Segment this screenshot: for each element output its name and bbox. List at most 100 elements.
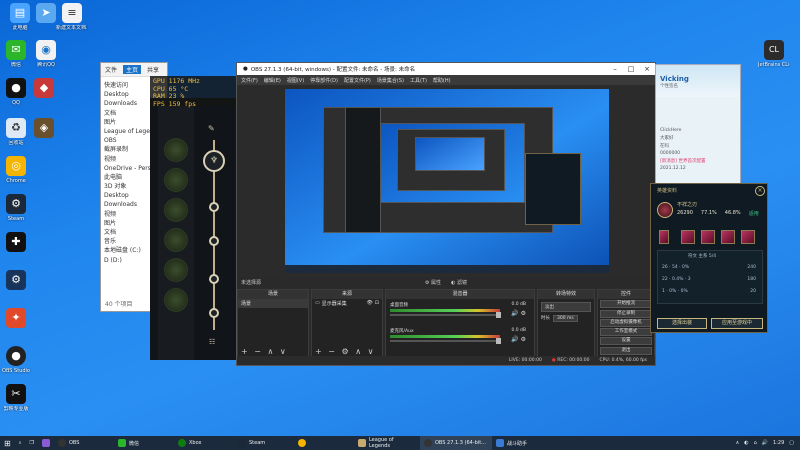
menu-profile[interactable]: 配置文件(P) bbox=[344, 77, 371, 84]
pen-icon[interactable]: ✎ bbox=[208, 124, 215, 133]
visibility-icon[interactable]: 👁 bbox=[366, 300, 372, 307]
maximize-icon[interactable]: □ bbox=[623, 65, 639, 73]
properties-button[interactable]: ⚙ 属性 bbox=[425, 279, 441, 286]
champion-build-panel[interactable]: 英雄资料 × 不祥之刃 26290 77.1% 46.8% 适用 符文 主系 5… bbox=[650, 183, 768, 333]
champion-thumb[interactable] bbox=[164, 168, 188, 192]
volume-fader[interactable] bbox=[390, 338, 501, 344]
desktop-icon[interactable]: ✂ 剪映专业版 bbox=[0, 384, 32, 412]
desktop-icon[interactable]: ◈ bbox=[28, 118, 60, 140]
virtual-camera-button[interactable]: 启动虚拟摄像机 bbox=[600, 318, 652, 327]
taskbar-app[interactable]: Xbox bbox=[174, 436, 234, 450]
apply-build-button[interactable]: 应用至游戏中 bbox=[711, 318, 763, 329]
monitor-icon: ▭ bbox=[315, 300, 320, 306]
obs-preview[interactable] bbox=[285, 89, 609, 273]
champion-thumb[interactable] bbox=[164, 258, 188, 282]
volume-fader[interactable] bbox=[390, 312, 501, 318]
desktop-icon-right[interactable]: CLJetBrains CLion bbox=[758, 40, 790, 68]
mixer-controls[interactable]: 🔊 ⚙ bbox=[511, 310, 526, 317]
close-icon[interactable]: × bbox=[639, 65, 655, 73]
item-slot-icon[interactable] bbox=[721, 230, 735, 244]
taskbar-app[interactable]: 微信 bbox=[114, 436, 174, 450]
explorer-status: 40 个项目 bbox=[105, 301, 133, 308]
scene-item[interactable]: 场景 bbox=[238, 299, 308, 308]
transition-select[interactable]: 淡出 bbox=[541, 302, 591, 312]
settings-button[interactable]: 设置 bbox=[600, 337, 652, 346]
taskbar-app[interactable]: OBS bbox=[54, 436, 114, 450]
item-slot-icon[interactable] bbox=[701, 230, 715, 244]
lock-icon[interactable]: ⊡ bbox=[375, 300, 379, 307]
nested-taskbar bbox=[285, 265, 609, 273]
desktop-icon[interactable]: ◎ Chrome bbox=[0, 156, 32, 184]
minimize-icon[interactable]: – bbox=[607, 65, 623, 73]
menu-help[interactable]: 帮助(H) bbox=[433, 77, 451, 84]
fader-knob[interactable] bbox=[496, 312, 501, 318]
overlay-line: FPS 159 fps bbox=[153, 99, 197, 108]
chat-line: 2021.12.12 bbox=[660, 166, 686, 171]
grid-icon[interactable]: ☷ bbox=[209, 338, 215, 346]
taskbar-app-active[interactable]: OBS 27.1.3 (64-bit... bbox=[420, 436, 492, 450]
network-icon[interactable]: ⌂ bbox=[754, 440, 757, 446]
mixer-controls[interactable]: 🔊 ⚙ bbox=[511, 336, 526, 343]
tray-app-icon[interactable]: ◐ bbox=[744, 440, 748, 446]
ribbon-tab-share[interactable]: 共享 bbox=[147, 65, 159, 74]
menu-scene-collection[interactable]: 场景集合(S) bbox=[377, 77, 404, 84]
menu-tools[interactable]: 工具(T) bbox=[410, 77, 427, 84]
filters-button[interactable]: ◐ 滤镜 bbox=[451, 279, 467, 286]
select-build-button[interactable]: 选择出装 bbox=[657, 318, 707, 329]
exit-button[interactable]: 退出 bbox=[600, 346, 652, 355]
volume-icon[interactable]: 🔊 bbox=[762, 440, 768, 446]
ribbon-tab-file[interactable]: 文件 bbox=[105, 65, 117, 74]
chevron-up-icon[interactable]: ∧ bbox=[736, 440, 740, 446]
desktop-icon[interactable]: ◉ 腾讯QQ bbox=[30, 40, 62, 68]
stop-recording-button[interactable]: 停止录制 bbox=[600, 309, 652, 318]
search-button[interactable]: ⌕ bbox=[15, 436, 26, 450]
pick-rate: 46.8% bbox=[724, 210, 741, 216]
rail-node[interactable] bbox=[209, 236, 219, 246]
champion-thumb[interactable] bbox=[164, 228, 188, 252]
desktop-icon[interactable]: ◆ bbox=[28, 78, 60, 100]
scenes-footer-controls[interactable]: + − ∧ ∨ bbox=[241, 347, 288, 356]
desktop-icon[interactable]: ⚙ Steam bbox=[0, 194, 32, 222]
menu-file[interactable]: 文件(F) bbox=[241, 77, 258, 84]
sources-footer-controls[interactable]: + − ⚙ ∧ ∨ bbox=[315, 347, 375, 356]
menu-docks[interactable]: 停靠部件(D) bbox=[310, 77, 338, 84]
item-slot-icon[interactable] bbox=[741, 230, 755, 244]
desktop-icon[interactable]: ● OBS Studio bbox=[0, 346, 32, 374]
champion-thumb[interactable] bbox=[164, 138, 188, 162]
fader-knob[interactable] bbox=[496, 338, 501, 344]
desktop-icon[interactable]: ⚙ bbox=[0, 270, 32, 292]
taskbar-app[interactable]: Steam bbox=[234, 436, 294, 450]
obs-window[interactable]: ● OBS 27.1.3 (64-bit, windows) - 配置文件: 未… bbox=[236, 62, 656, 366]
clock[interactable]: 1:29 bbox=[773, 440, 784, 446]
source-item[interactable]: ▭ 显示器采集 👁 ⊡ bbox=[312, 299, 382, 308]
studio-mode-button[interactable]: 工作室模式 bbox=[600, 328, 652, 337]
menu-view[interactable]: 视图(V) bbox=[287, 77, 304, 84]
vs-button[interactable] bbox=[38, 436, 54, 450]
taskbar-app[interactable]: 战斗助手 bbox=[492, 436, 552, 450]
start-streaming-button[interactable]: 开始推流 bbox=[600, 300, 652, 309]
taskbar-app[interactable]: League of Legends bbox=[354, 436, 420, 450]
desktop-icon[interactable]: ✉ 微信 bbox=[0, 40, 32, 68]
lol-champion-list bbox=[158, 98, 194, 360]
start-button[interactable]: ⊞ bbox=[0, 436, 15, 450]
rail-node[interactable] bbox=[209, 274, 219, 284]
item-slot-icon[interactable] bbox=[659, 230, 669, 244]
desktop-icon[interactable]: ≡新建文本文档.txt bbox=[56, 3, 88, 31]
chat-line: [新消息] 世界首次配置 bbox=[660, 159, 706, 164]
transition-duration[interactable]: 时长 300 ms bbox=[541, 315, 591, 322]
champion-thumb[interactable] bbox=[164, 288, 188, 312]
desktop-icon[interactable]: ✦ bbox=[0, 308, 32, 330]
menu-edit[interactable]: 编辑(E) bbox=[264, 77, 281, 84]
rail-node[interactable] bbox=[209, 202, 219, 212]
taskbar-app[interactable] bbox=[294, 436, 354, 450]
notification-icon[interactable]: ▢ bbox=[789, 440, 794, 446]
champion-thumb[interactable] bbox=[164, 198, 188, 222]
close-icon[interactable]: × bbox=[755, 186, 765, 196]
rail-node[interactable] bbox=[209, 308, 219, 318]
desktop-icon[interactable]: ✚ bbox=[0, 232, 32, 254]
taskview-button[interactable]: ❐ bbox=[26, 436, 38, 450]
obs-icon: ● bbox=[6, 346, 26, 366]
audio-meter bbox=[390, 335, 500, 338]
item-slot-icon[interactable] bbox=[681, 230, 695, 244]
ribbon-tab-home[interactable]: 主页 bbox=[123, 65, 142, 74]
